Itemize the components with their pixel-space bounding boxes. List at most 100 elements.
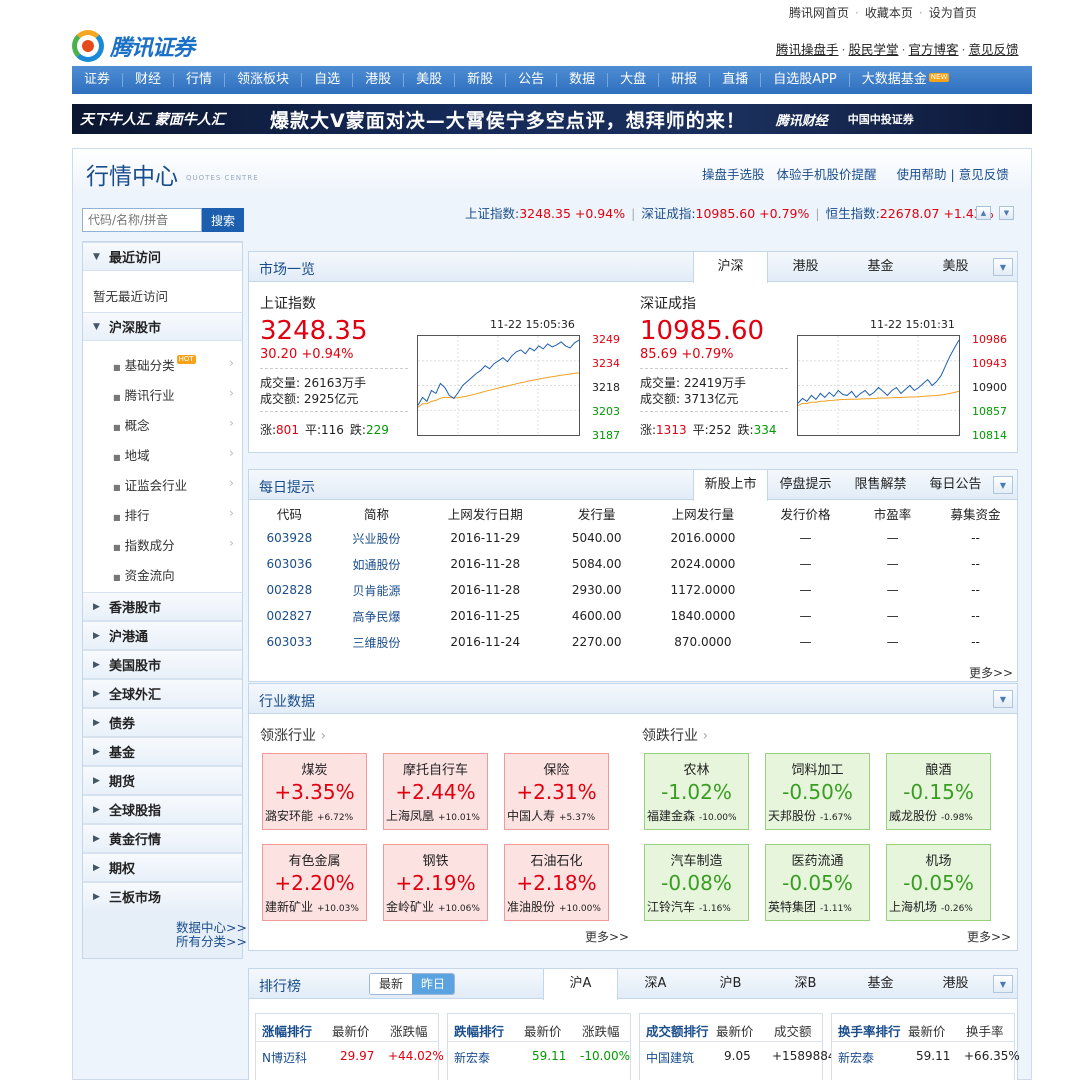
search-button[interactable]: 搜索 xyxy=(202,208,244,232)
nav-item-4[interactable]: 自选 xyxy=(302,73,354,87)
all-categories-link[interactable]: 所有分类>> xyxy=(176,935,247,949)
ranking-tab-4[interactable]: 基金 xyxy=(843,969,918,999)
nav-item-11[interactable]: 研报 xyxy=(659,73,711,87)
leading-up-title[interactable]: 领涨行业 › xyxy=(260,725,326,745)
table-row[interactable]: 603036 如通股份 2016-11-28 5084.00 2024.0000 — — -- xyxy=(249,551,1017,577)
nav-item-2[interactable]: 行情 xyxy=(174,73,226,87)
industry-tile[interactable]: 饲料加工 -0.50% 天邦股份 -1.67% xyxy=(765,753,870,830)
industry-tile[interactable]: 保险 +2.31% 中国人寿 +5.37% xyxy=(504,753,609,830)
ad-banner[interactable]: 天下牛人汇 蒙面牛人汇 爆款大V蒙面对决—大霄侯宁多空点评，想拜师的来！ 腾讯财… xyxy=(72,104,1032,134)
ranking-header[interactable]: 跌幅排行 xyxy=(454,1021,504,1040)
table-cell[interactable]: 603033 xyxy=(249,629,330,655)
bookmark-link[interactable]: 收藏本页 xyxy=(865,6,913,20)
ranking-header[interactable]: 涨幅排行 xyxy=(262,1021,312,1040)
ranking-tab-3[interactable]: 深B xyxy=(768,969,843,999)
search-input[interactable] xyxy=(82,208,202,232)
logo[interactable]: 腾讯证券 xyxy=(72,30,195,62)
market-dropdown-button[interactable]: ▼ xyxy=(993,258,1013,276)
ticker-index-0[interactable]: 上证指数:3248.35 +0.94% xyxy=(465,206,625,221)
stock-picker-link[interactable]: 操盘手选股 xyxy=(702,167,765,182)
ranking-dropdown-button[interactable]: ▼ xyxy=(993,975,1013,993)
sidebar-section-2[interactable]: ▶ 美国股市 xyxy=(83,650,242,679)
index-name[interactable]: 深证成指 xyxy=(640,293,696,313)
nav-item-3[interactable]: 领涨板块 xyxy=(225,73,303,87)
data-centre-link[interactable]: 数据中心>> xyxy=(176,921,247,935)
ticker-up-button[interactable]: ▲ xyxy=(976,206,991,220)
daily-more-link[interactable]: 更多>> xyxy=(969,664,1013,681)
nav-item-7[interactable]: 新股 xyxy=(455,73,507,87)
industry-tile[interactable]: 机场 -0.05% 上海机场 -0.26% xyxy=(886,844,991,921)
industry-down-more-link[interactable]: 更多>> xyxy=(967,928,1011,945)
sidebar-section-0[interactable]: ▶ 香港股市 xyxy=(83,592,242,621)
sidebar-item-hs-5[interactable]: ■ 排行 › xyxy=(113,505,238,524)
header-link-trader[interactable]: 腾讯操盘手 xyxy=(776,42,839,57)
industry-tile[interactable]: 汽车制造 -0.08% 江铃汽车 -1.16% xyxy=(644,844,749,921)
industry-tile[interactable]: 酿酒 -0.15% 威龙股份 -0.98% xyxy=(886,753,991,830)
ticker-index-1[interactable]: 深证成指:10985.60 +0.79% xyxy=(641,206,809,221)
sidebar-section-1[interactable]: ▶ 沪港通 xyxy=(83,621,242,650)
table-cell[interactable]: 603036 xyxy=(249,551,330,577)
daily-tab-0[interactable]: 新股上市 xyxy=(693,470,768,501)
sidebar-item-hs-1[interactable]: ■ 腾讯行业 › xyxy=(113,385,238,404)
sidebar-section-6[interactable]: ▶ 期货 xyxy=(83,766,242,795)
ranking-tab-2[interactable]: 沪B xyxy=(693,969,768,999)
ranking-header[interactable]: 成交额排行 xyxy=(646,1021,709,1040)
daily-tab-2[interactable]: 限售解禁 xyxy=(843,470,918,500)
daily-tab-1[interactable]: 停盘提示 xyxy=(768,470,843,500)
market-tab-3[interactable]: 美股 xyxy=(918,252,993,282)
nav-item-5[interactable]: 港股 xyxy=(353,73,405,87)
sidebar-section-10[interactable]: ▶ 三板市场 xyxy=(83,882,242,911)
sidebar-section-3[interactable]: ▶ 全球外汇 xyxy=(83,679,242,708)
table-row[interactable]: 603928 兴业股份 2016-11-29 5040.00 2016.0000 — — -- xyxy=(249,525,1017,551)
ranking-tab-1[interactable]: 深A xyxy=(618,969,693,999)
sidebar-section-8[interactable]: ▶ 黄金行情 xyxy=(83,824,242,853)
nav-item-0[interactable]: 证券 xyxy=(72,73,124,87)
ticker-index-2[interactable]: 恒生指数:22678.07 +1.43% xyxy=(826,206,994,221)
toggle-latest[interactable]: 最新 xyxy=(370,974,412,994)
mobile-alert-link[interactable]: 体验手机股价提醒 xyxy=(777,167,877,182)
sidebar-item-hs-4[interactable]: ■ 证监会行业 › xyxy=(113,475,238,494)
sidebar-section-recent[interactable]: ▼ 最近访问 xyxy=(83,242,242,271)
industry-tile[interactable]: 医药流通 -0.05% 英特集团 -1.11% xyxy=(765,844,870,921)
sidebar-section-4[interactable]: ▶ 债券 xyxy=(83,708,242,737)
leading-down-title[interactable]: 领跌行业 › xyxy=(642,725,708,745)
industry-tile[interactable]: 摩托自行车 +2.44% 上海凤凰 +10.01% xyxy=(383,753,488,830)
nav-item-8[interactable]: 公告 xyxy=(506,73,558,87)
sidebar-section-5[interactable]: ▶ 基金 xyxy=(83,737,242,766)
home-link[interactable]: 腾讯网首页 xyxy=(789,6,849,20)
ranking-header[interactable]: 换手率排行 xyxy=(838,1021,901,1040)
ticker-down-button[interactable]: ▼ xyxy=(999,206,1014,220)
sidebar-section-7[interactable]: ▶ 全球股指 xyxy=(83,795,242,824)
market-tab-0[interactable]: 沪深 xyxy=(693,252,768,283)
feedback-link[interactable]: 意见反馈 xyxy=(959,167,1009,182)
industry-tile[interactable]: 钢铁 +2.19% 金岭矿业 +10.06% xyxy=(383,844,488,921)
sidebar-section-hs[interactable]: ▼ 沪深股市 xyxy=(83,312,242,341)
nav-item-10[interactable]: 大盘 xyxy=(608,73,660,87)
intraday-chart[interactable] xyxy=(797,335,960,436)
daily-dropdown-button[interactable]: ▼ xyxy=(993,476,1013,494)
industry-up-more-link[interactable]: 更多>> xyxy=(585,928,629,945)
sidebar-item-hs-3[interactable]: ■ 地域 › xyxy=(113,445,238,464)
sidebar-item-hs-0[interactable]: ■ 基础分类 HOT › xyxy=(113,355,238,374)
daily-tab-3[interactable]: 每日公告 xyxy=(918,470,993,500)
sidebar-section-9[interactable]: ▶ 期权 xyxy=(83,853,242,882)
table-cell[interactable]: 002827 xyxy=(249,603,330,629)
table-row[interactable]: 603033 三维股份 2016-11-24 2270.00 870.0000 — — -- xyxy=(249,629,1017,655)
industry-tile[interactable]: 有色金属 +2.20% 建新矿业 +10.03% xyxy=(262,844,367,921)
table-cell[interactable]: 兴业股份 xyxy=(330,525,423,551)
industry-tile[interactable]: 石油石化 +2.18% 准油股份 +10.00% xyxy=(504,844,609,921)
toggle-yesterday[interactable]: 昨日 xyxy=(412,974,454,994)
industry-tile[interactable]: 煤炭 +3.35% 潞安环能 +6.72% xyxy=(262,753,367,830)
index-name[interactable]: 上证指数 xyxy=(260,293,316,313)
table-cell[interactable]: 002828 xyxy=(249,577,330,603)
market-tab-2[interactable]: 基金 xyxy=(843,252,918,282)
industry-dropdown-button[interactable]: ▼ xyxy=(993,690,1013,708)
nav-item-6[interactable]: 美股 xyxy=(404,73,456,87)
market-tab-1[interactable]: 港股 xyxy=(768,252,843,282)
table-row[interactable]: 002828 贝肯能源 2016-11-28 2930.00 1172.0000 — — -- xyxy=(249,577,1017,603)
table-row[interactable]: 002827 高争民爆 2016-11-25 4600.00 1840.0000 — — -- xyxy=(249,603,1017,629)
intraday-chart[interactable] xyxy=(417,335,580,436)
header-link-blog[interactable]: 官方博客 xyxy=(909,42,959,57)
nav-item-12[interactable]: 直播 xyxy=(710,73,762,87)
nav-item-9[interactable]: 数据 xyxy=(557,73,609,87)
